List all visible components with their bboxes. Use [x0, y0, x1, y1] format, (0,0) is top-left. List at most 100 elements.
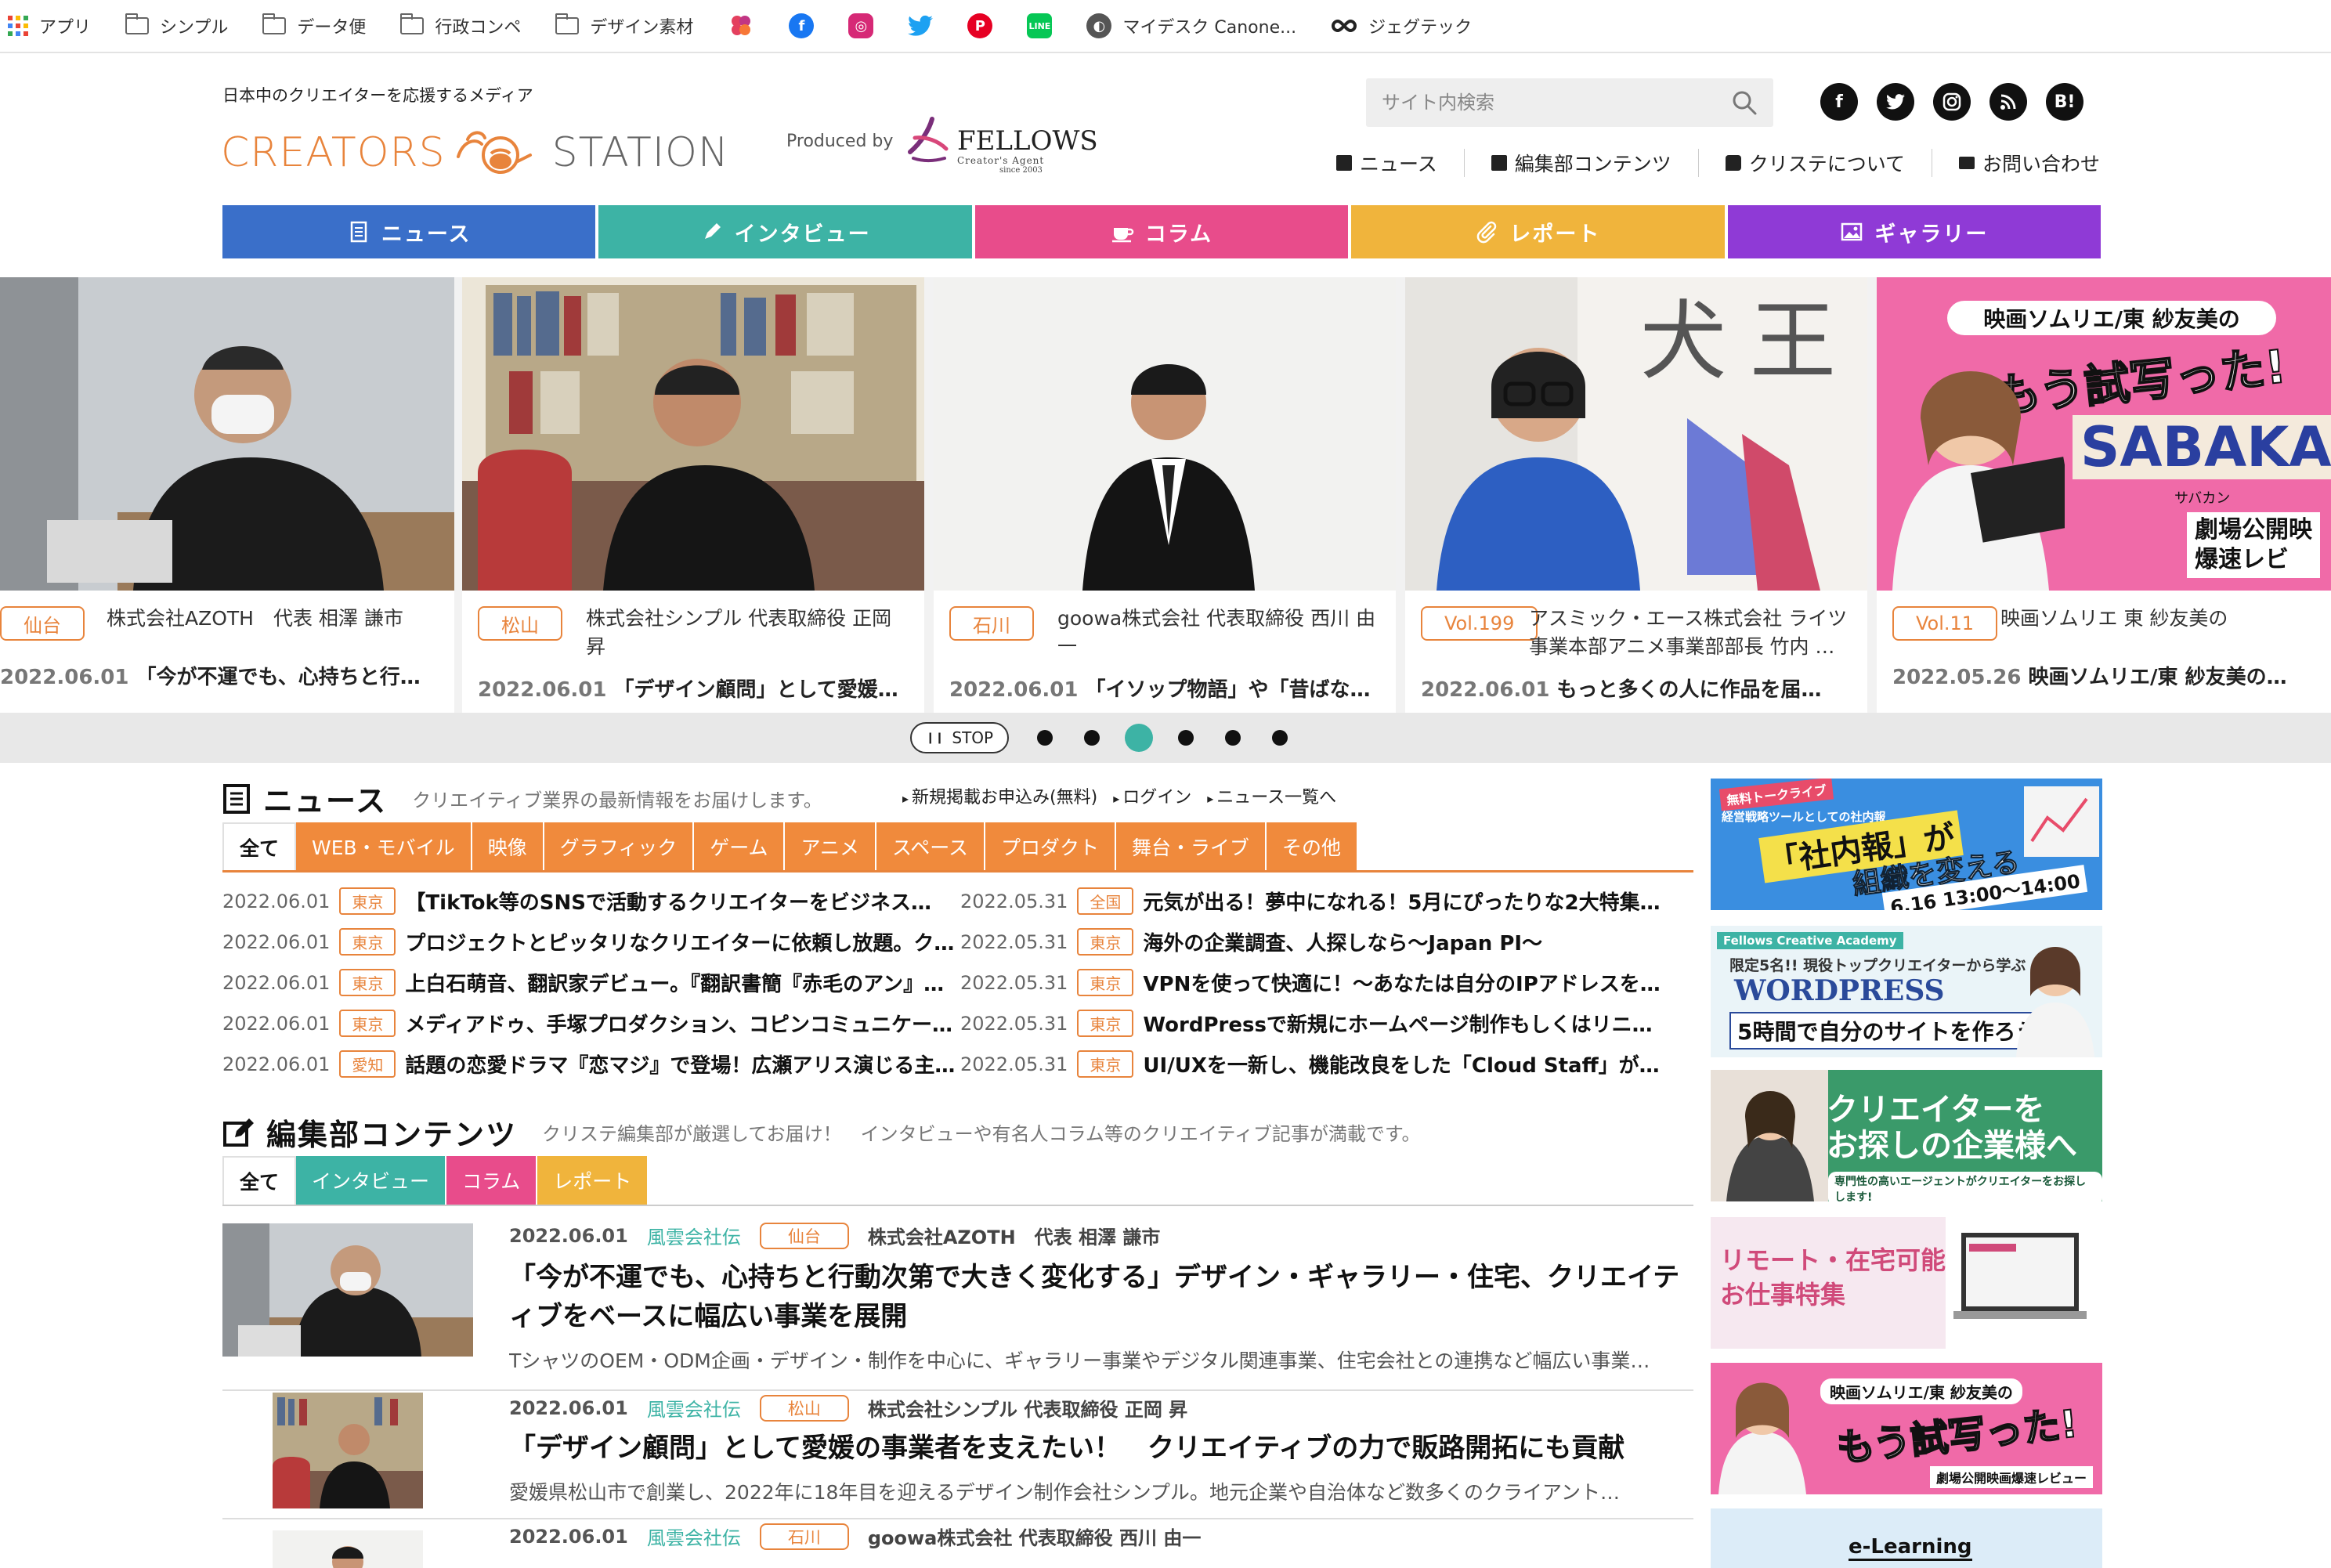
- ad-banner-find-creators[interactable]: クリエイターを お探しの企業様へ 専門性の高いエージェントがクリエイターをお探し…: [1711, 1070, 2102, 1201]
- bookmark-folder-simple[interactable]: シンプル: [125, 13, 228, 38]
- ad-line3: 劇場公開映画爆速レビュー: [1930, 1466, 2094, 1488]
- carousel-slide[interactable]: 犬 王 Vol.199 アスミック・エース株式会社 ライツ事業本部アニメ事業部部…: [1405, 277, 1867, 713]
- news-tab-stage[interactable]: 舞台・ライブ: [1116, 822, 1267, 870]
- category-label: ギャラリー: [1874, 222, 1989, 247]
- category-report[interactable]: レポート: [1351, 205, 1725, 258]
- editorial-location: 石川: [759, 1523, 849, 1550]
- carousel-dot[interactable]: [1178, 730, 1194, 746]
- editorial-tab-interview[interactable]: インタビュー: [296, 1156, 447, 1205]
- editorial-tab-report[interactable]: レポート: [537, 1156, 649, 1205]
- carousel-slide[interactable]: 映画ソムリエ/東 紗友美の もう試写った! SABAKAN サバカン 劇場公開映…: [1877, 277, 2331, 713]
- category-column[interactable]: コラム: [974, 205, 1349, 258]
- editorial-category: 風雲会社伝: [646, 1399, 741, 1421]
- carousel-stop-button[interactable]: ❙❙ STOP: [910, 722, 1009, 753]
- news-item[interactable]: 2022.06.01 東京 【TikTok等のSNSで活動するクリエイターをビジネス…: [222, 887, 959, 916]
- banner-line6-text: 爆速レビ: [2195, 546, 2289, 573]
- news-tab-video[interactable]: 映像: [472, 822, 544, 870]
- bookmark-pinterest[interactable]: P: [967, 13, 993, 38]
- news-tab-game[interactable]: ゲーム: [694, 822, 786, 870]
- carousel-dot-active[interactable]: [1125, 724, 1153, 752]
- editorial-item[interactable]: 2022.06.01 風雲会社伝 仙台 株式会社AZOTH 代表 相澤 謙市 「…: [222, 1212, 1693, 1391]
- search-icon[interactable]: [1731, 89, 1758, 116]
- bookmark-label: ジェグテック: [1368, 18, 1473, 38]
- bookmark-line[interactable]: LINE: [1027, 13, 1053, 38]
- news-item[interactable]: 2022.05.31 東京 WordPressで新規にホームページ制作もしくはリニ…: [960, 1009, 1697, 1038]
- site-search-input[interactable]: [1366, 78, 1773, 127]
- instagram-icon[interactable]: [1933, 83, 1971, 121]
- news-item[interactable]: 2022.06.01 東京 メディアドゥ、手塚プロダクション、コピンコミュニケー…: [222, 1009, 959, 1038]
- edit-icon: [1491, 155, 1507, 171]
- news-item[interactable]: 2022.06.01 東京 プロジェクトとピッタリなクリエイターに依頼し放題。ク…: [222, 927, 959, 956]
- twitter-icon[interactable]: [1877, 83, 1914, 121]
- slide-tag: 松山: [478, 606, 562, 641]
- news-tab-graphic[interactable]: グラフィック: [544, 822, 695, 870]
- category-interview[interactable]: インタビュー: [598, 205, 972, 258]
- news-item[interactable]: 2022.05.31 東京 UI/UXを一新し、機能改良をした「Cloud Staf…: [960, 1050, 1697, 1078]
- ad-banner-shanaiho[interactable]: 無料トークライブ 経営戦略ツールとしての社内報 「社内報」が 組織を変える 6.…: [1711, 779, 2102, 910]
- apps-grid-icon: [8, 16, 28, 36]
- nav-contact[interactable]: お問い合わせ: [1932, 149, 2127, 177]
- carousel-slide[interactable]: 松山 株式会社シンプル 代表取締役 正岡 昇 2022.06.01 「デザイン顧…: [462, 277, 924, 713]
- news-item[interactable]: 2022.05.31 全国 元気が出る！夢中になれる！5月にぴったりな2大特集…: [960, 887, 1697, 916]
- bookmark-jgoodtech[interactable]: ジェグテック: [1331, 13, 1472, 38]
- ad-banner-elearning[interactable]: e-Learning: [1711, 1508, 2102, 1568]
- editorial-meta: 2022.06.01 風雲会社伝 松山 株式会社シンプル 代表取締役 正岡 昇: [509, 1394, 1187, 1422]
- facebook-icon[interactable]: f: [1820, 83, 1858, 121]
- news-location: 東京: [1077, 1050, 1134, 1078]
- news-tab-other[interactable]: その他: [1267, 822, 1359, 870]
- category-gallery[interactable]: ギャラリー: [1727, 205, 2102, 258]
- pause-icon: ❙❙: [925, 732, 945, 744]
- category-news[interactable]: ニュース: [222, 205, 596, 258]
- news-tab-anime[interactable]: アニメ: [785, 822, 876, 870]
- news-tab-space[interactable]: スペース: [876, 822, 986, 870]
- carousel-dot[interactable]: [1272, 730, 1288, 746]
- news-title: メディアドゥ、手塚プロダクション、コピンコミュニケー…: [405, 1013, 953, 1037]
- bookmark-mydesk[interactable]: ◐ マイデスク Canone...: [1086, 13, 1296, 38]
- editorial-tab-all[interactable]: 全て: [222, 1156, 297, 1205]
- editorial-tab-column[interactable]: コラム: [446, 1156, 538, 1205]
- slide-title-text: 「イソップ物語」や「昔ばな…: [1085, 678, 1371, 702]
- fellows-logo-icon: [908, 117, 949, 162]
- document-icon: [223, 783, 250, 814]
- news-link-login[interactable]: ログイン: [1113, 783, 1191, 808]
- news-tab-product[interactable]: プロダクト: [985, 822, 1117, 870]
- news-date: 2022.06.01: [222, 930, 331, 953]
- nav-about[interactable]: クリステについて: [1697, 149, 1932, 177]
- bookmark-folder-competition[interactable]: 行政コンペ: [400, 13, 521, 38]
- news-tab-all[interactable]: 全て: [222, 822, 297, 870]
- bookmark-instagram[interactable]: ◎: [848, 13, 874, 38]
- news-link-all[interactable]: ニュース一覧へ: [1207, 783, 1336, 808]
- site-logo[interactable]: CREATORS STATION: [221, 125, 729, 180]
- carousel-slide[interactable]: 仙台 株式会社AZOTH 代表 相澤 謙市 2022.06.01 「今が不運でも…: [0, 277, 454, 713]
- bookmark-folder-databin[interactable]: データ便: [262, 13, 366, 38]
- carousel-dot[interactable]: [1084, 730, 1100, 746]
- image-icon: [1841, 222, 1863, 241]
- ad-banner-wordpress[interactable]: Fellows Creative Academy 限定5名!! 現役トップクリエ…: [1711, 926, 2102, 1057]
- bookmark-folder-design[interactable]: デザイン素材: [555, 13, 693, 38]
- editorial-item[interactable]: 2022.06.01 風雲会社伝 石川 goowa株式会社 代表取締役 西川 由…: [222, 1519, 1693, 1568]
- bookmark-apps[interactable]: アプリ: [8, 13, 91, 38]
- nav-editorial[interactable]: 編集部コンテンツ: [1463, 149, 1698, 177]
- editorial-item[interactable]: 2022.06.01 風雲会社伝 松山 株式会社シンプル 代表取締役 正岡 昇 …: [222, 1391, 1693, 1519]
- carousel-slide[interactable]: 石川 goowa株式会社 代表取締役 西川 由一 2022.06.01 「イソッ…: [934, 277, 1396, 713]
- hatena-bookmark-icon[interactable]: B!: [2046, 83, 2083, 121]
- ad-banner-remote-jobs[interactable]: リモート・在宅可能な お仕事特集: [1711, 1217, 2102, 1349]
- news-item[interactable]: 2022.06.01 愛知 話題の恋愛ドラマ『恋マジ』で登場！広瀬アリス演じる主…: [222, 1050, 959, 1078]
- ad-banner-movie-sommelier[interactable]: 映画ソムリエ/東 紗友美の もう試写った! 劇場公開映画爆速レビュー: [1711, 1363, 2102, 1494]
- bookmark-label: データ便: [297, 18, 367, 38]
- news-item[interactable]: 2022.05.31 東京 海外の企業調査、人探しなら〜Japan PI〜: [960, 927, 1697, 956]
- rss-icon[interactable]: [1989, 83, 2027, 121]
- news-link-register[interactable]: 新規掲載お申込み(無料): [902, 783, 1097, 808]
- news-item[interactable]: 2022.06.01 東京 上白石萌音、翻訳家デビュー。『翻訳書簡『赤毛のアン』…: [222, 968, 959, 997]
- slide-person: アスミック・エース株式会社 ライツ事業本部アニメ事業部部長 竹内 …: [1529, 607, 1848, 658]
- carousel-dot[interactable]: [1225, 730, 1241, 746]
- logo-mascot-icon: [456, 131, 532, 174]
- nav-news[interactable]: ニュース: [1310, 149, 1464, 177]
- bookmark-flower[interactable]: [728, 13, 754, 39]
- nav-label: ニュース: [1360, 153, 1437, 175]
- carousel-dot[interactable]: [1037, 730, 1053, 746]
- bookmark-twitter[interactable]: [908, 15, 934, 37]
- news-item[interactable]: 2022.05.31 東京 VPNを使って快適に！〜あなたは自分のIPアドレスを…: [960, 968, 1697, 997]
- news-tab-web[interactable]: WEB・モバイル: [296, 822, 472, 870]
- bookmark-facebook[interactable]: f: [789, 13, 815, 38]
